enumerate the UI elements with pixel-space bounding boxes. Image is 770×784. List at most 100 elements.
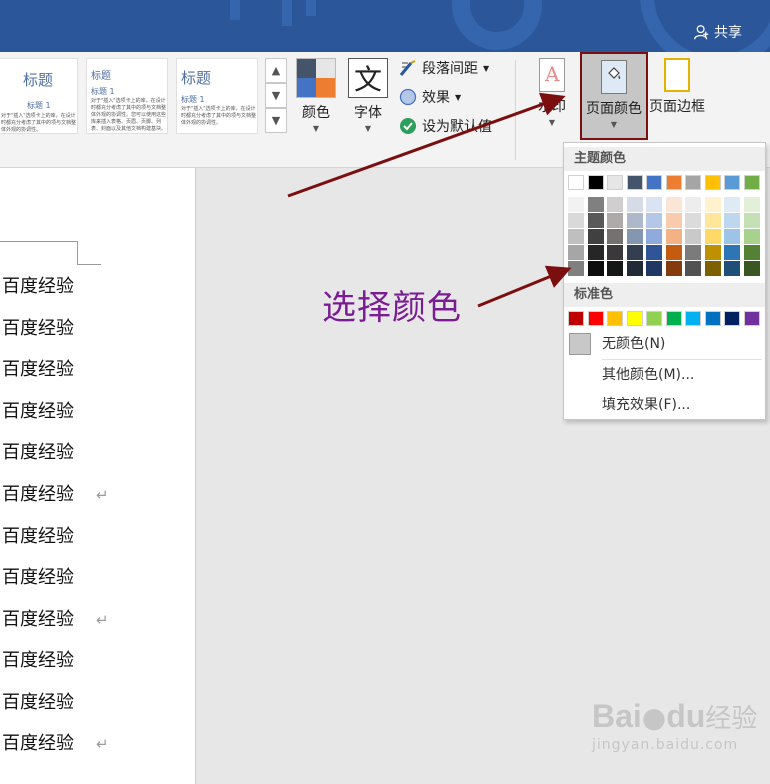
theme-fonts-button[interactable]: 文 字体 ▼ <box>346 58 390 133</box>
theme-shade-swatch[interactable] <box>607 213 623 228</box>
theme-color-swatch[interactable] <box>626 175 643 190</box>
chevron-up-icon[interactable]: ▲ <box>265 58 287 83</box>
document-line: 百度经验 ↵ <box>2 605 109 631</box>
effects-button[interactable]: 效果 ▼ <box>398 87 461 107</box>
theme-shade-swatch[interactable] <box>646 261 662 276</box>
theme-color-swatch[interactable] <box>646 175 662 190</box>
theme-shade-swatch[interactable] <box>704 261 721 276</box>
checkmark-icon <box>398 117 417 136</box>
caret-down-icon: ▼ <box>364 124 372 133</box>
gallery-expand-icon[interactable]: ▼ <box>265 108 287 133</box>
theme-color-swatch[interactable] <box>704 175 721 190</box>
style-gallery-scroll: ▲ ▼ ▼ <box>265 58 287 134</box>
theme-shade-swatch[interactable] <box>665 245 682 260</box>
theme-shade-swatch[interactable] <box>626 197 643 212</box>
style-set-thumbnail[interactable]: 标题 标题 1 对于"插入"选项卡上的库，在设计时都充分考虑了其中的项与文档整体… <box>86 58 168 134</box>
theme-shade-swatch[interactable] <box>646 197 662 212</box>
theme-shade-swatch[interactable] <box>568 213 584 228</box>
theme-shade-swatch[interactable] <box>646 213 662 228</box>
theme-shade-swatch[interactable] <box>587 245 604 260</box>
theme-shade-swatch[interactable] <box>685 197 701 212</box>
document-line: 百度经验 <box>2 522 74 548</box>
theme-shade-swatch[interactable] <box>646 229 662 244</box>
share-button[interactable]: 共享 <box>693 22 742 42</box>
theme-shade-swatch[interactable] <box>685 261 701 276</box>
theme-shade-swatch[interactable] <box>587 213 604 228</box>
style-set-thumbnail[interactable]: 标题 标题 1 对于"插入"选项卡上的库，在设计时都充分考虑了其中的项与文档整体… <box>0 58 78 134</box>
chevron-down-icon[interactable]: ▼ <box>265 83 287 108</box>
theme-shade-swatch[interactable] <box>724 213 740 228</box>
theme-shade-swatch[interactable] <box>665 261 682 276</box>
theme-shade-swatch[interactable] <box>665 197 682 212</box>
standard-color-swatch[interactable] <box>587 311 604 326</box>
standard-color-swatch[interactable] <box>743 311 760 326</box>
theme-shade-swatch[interactable] <box>568 197 584 212</box>
theme-shade-swatch[interactable] <box>704 213 721 228</box>
page-color-button[interactable]: 页面颜色 ▼ <box>580 52 648 140</box>
theme-color-swatch[interactable] <box>743 175 760 190</box>
more-colors-item[interactable]: 其他颜色(M)... <box>564 361 765 389</box>
theme-color-swatch[interactable] <box>587 175 604 190</box>
theme-shade-swatch[interactable] <box>607 261 623 276</box>
theme-shade-swatch[interactable] <box>607 229 623 244</box>
theme-shade-swatch[interactable] <box>607 245 623 260</box>
theme-color-swatch[interactable] <box>665 175 682 190</box>
theme-shade-swatch[interactable] <box>704 229 721 244</box>
theme-shade-swatch[interactable] <box>587 197 604 212</box>
theme-shade-swatch[interactable] <box>568 229 584 244</box>
theme-shade-swatch[interactable] <box>568 261 584 276</box>
no-color-item[interactable]: 无颜色(N) <box>564 330 765 358</box>
theme-shade-swatch[interactable] <box>724 197 740 212</box>
theme-shade-swatch[interactable] <box>743 261 760 276</box>
theme-shade-swatch[interactable] <box>704 245 721 260</box>
theme-shade-swatch[interactable] <box>607 197 623 212</box>
standard-color-swatch[interactable] <box>607 311 623 326</box>
theme-shade-swatch[interactable] <box>743 213 760 228</box>
theme-shade-swatch[interactable] <box>626 229 643 244</box>
standard-color-swatch[interactable] <box>626 311 643 326</box>
watermark-button[interactable]: A 水印 ▼ <box>528 58 576 127</box>
theme-shade-swatch[interactable] <box>626 213 643 228</box>
menu-separator <box>602 359 762 360</box>
page-border-button[interactable]: 页面边框 <box>646 58 708 116</box>
theme-color-swatch[interactable] <box>685 175 701 190</box>
theme-shade-swatch[interactable] <box>646 245 662 260</box>
theme-shade-swatch[interactable] <box>724 229 740 244</box>
paragraph-mark-icon: ↵ <box>96 735 109 753</box>
theme-shade-swatch[interactable] <box>743 229 760 244</box>
theme-shade-swatch[interactable] <box>724 261 740 276</box>
theme-color-swatch[interactable] <box>568 175 584 190</box>
theme-shade-swatch[interactable] <box>724 245 740 260</box>
standard-color-swatch[interactable] <box>568 311 584 326</box>
theme-shade-swatch[interactable] <box>704 197 721 212</box>
document-page[interactable]: 百度经验 百度经验 百度经验 百度经验 百度经验 百度经验 ↵ 百度经验 百度经验 百度经验 ↵ 百度… <box>0 168 196 784</box>
caret-down-icon: ▼ <box>312 124 320 133</box>
theme-shade-swatch[interactable] <box>626 245 643 260</box>
standard-color-swatch[interactable] <box>646 311 662 326</box>
theme-shade-swatch[interactable] <box>685 245 701 260</box>
theme-shade-swatch[interactable] <box>568 245 584 260</box>
style-set-thumbnail[interactable]: 标题 标题 1 对于"插入"选项卡上的库，在设计时都充分考虑了其中的项与文档整体… <box>176 58 258 134</box>
theme-shade-swatch[interactable] <box>587 229 604 244</box>
theme-colors-button[interactable]: 颜色 ▼ <box>295 58 337 133</box>
fill-effects-item[interactable]: 填充效果(F)... <box>564 391 765 419</box>
theme-color-swatch[interactable] <box>607 175 623 190</box>
theme-shade-swatch[interactable] <box>665 229 682 244</box>
theme-shade-swatch[interactable] <box>743 197 760 212</box>
document-line: 百度经验 <box>2 688 74 714</box>
paint-bucket-icon <box>601 60 627 94</box>
standard-color-swatch[interactable] <box>704 311 721 326</box>
standard-color-swatch[interactable] <box>724 311 740 326</box>
theme-shade-swatch[interactable] <box>626 261 643 276</box>
set-default-button[interactable]: 设为默认值 <box>398 116 492 136</box>
theme-shade-swatch[interactable] <box>743 245 760 260</box>
theme-shade-swatch[interactable] <box>685 229 701 244</box>
theme-shade-swatch[interactable] <box>587 261 604 276</box>
standard-color-swatch[interactable] <box>685 311 701 326</box>
standard-color-swatch[interactable] <box>665 311 682 326</box>
theme-shade-swatch[interactable] <box>665 213 682 228</box>
paragraph-spacing-button[interactable]: 段落间距 ▼ <box>398 58 489 78</box>
theme-color-swatch[interactable] <box>724 175 740 190</box>
document-line-text: 百度经验 <box>2 733 74 754</box>
theme-shade-swatch[interactable] <box>685 213 701 228</box>
